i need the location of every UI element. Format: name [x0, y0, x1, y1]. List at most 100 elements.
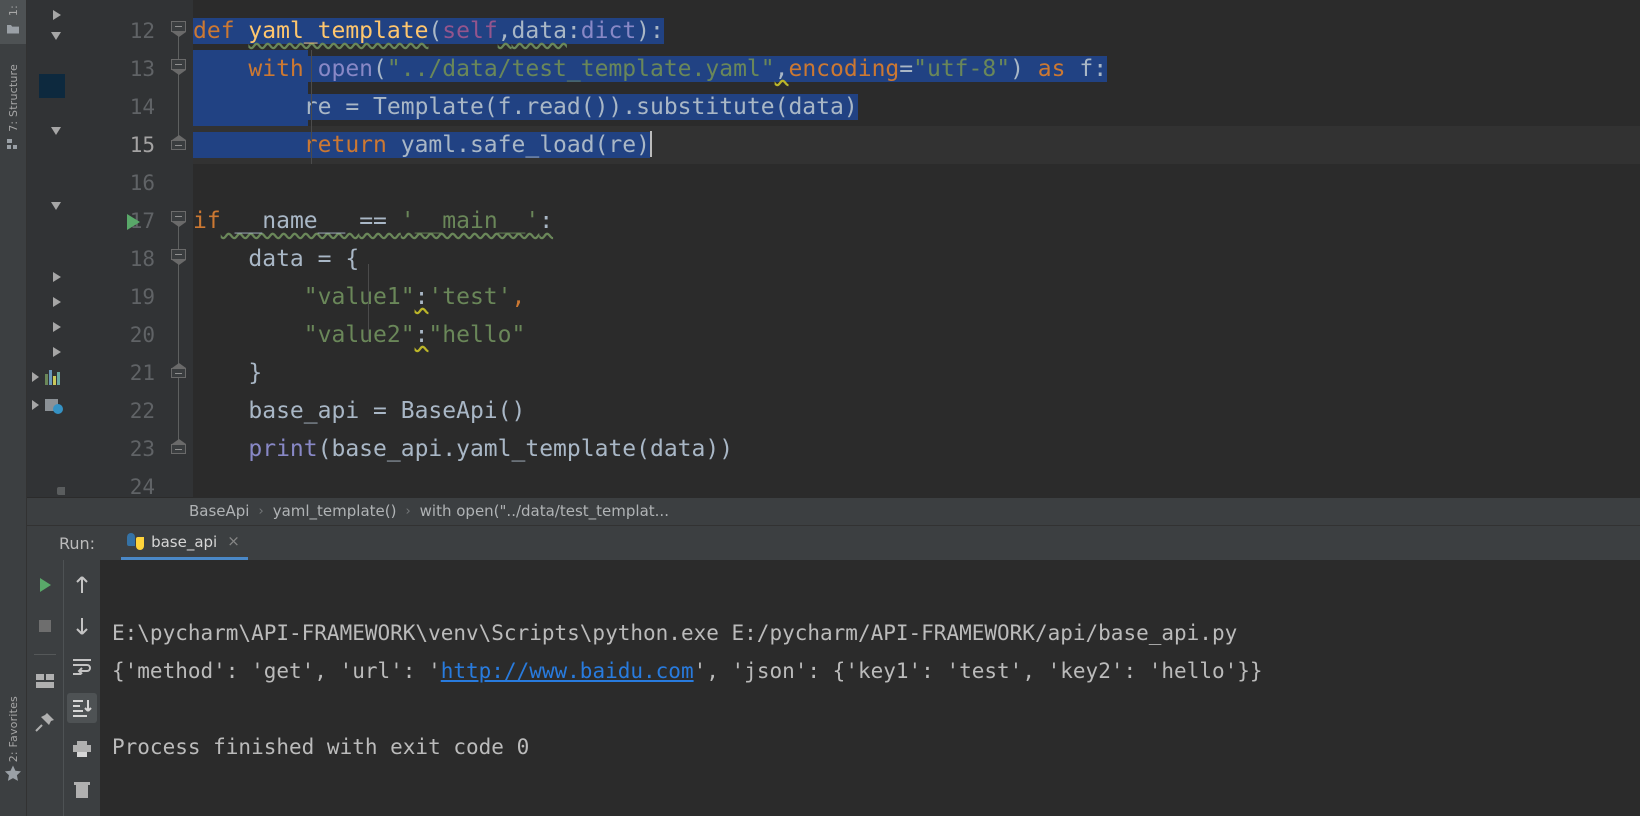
file-var: f: — [1079, 56, 1108, 82]
sidebar-item-favorites[interactable]: 2: Favorites — [0, 666, 26, 816]
project-tab-label: 1: — [6, 5, 20, 17]
builtin-open: open — [317, 56, 374, 82]
code-line-19[interactable]: "value1":'test', — [193, 278, 1640, 316]
close-icon[interactable]: × — [227, 534, 240, 549]
chart-icon[interactable] — [43, 368, 63, 386]
console-output[interactable]: E:\pycharm\API-FRAMEWORK\venv\Scripts\py… — [100, 560, 1640, 816]
star-icon — [4, 765, 22, 786]
code-editor[interactable]: 12 13 14 15 16 17 18 19 20 21 22 23 24 2… — [27, 0, 1640, 497]
line-number: 16 — [129, 171, 155, 195]
expand-marker-2[interactable] — [32, 372, 39, 382]
fold-marker-line21[interactable] — [171, 363, 186, 378]
code-line-13[interactable]: with open("../data/test_template.yaml",e… — [193, 50, 1640, 88]
line-number: 23 — [129, 437, 155, 461]
expand-marker-1[interactable] — [53, 10, 61, 20]
structure-selection-chip — [39, 74, 65, 98]
comma: , — [774, 56, 789, 82]
code-line-21[interactable]: } — [193, 354, 1640, 392]
sidebar-item-project[interactable]: 1: — [0, 0, 26, 44]
keyword-def: def — [193, 18, 235, 44]
console-line-dict-pre: {'method': 'get', 'url': ' — [112, 659, 441, 683]
tool-window-button-2[interactable] — [53, 297, 61, 307]
assign-base-api: base_api = — [248, 398, 401, 424]
print-button[interactable] — [67, 734, 97, 764]
code-line-16[interactable] — [193, 164, 1640, 202]
dict-close: } — [248, 360, 263, 386]
breadcrumb[interactable]: BaseApi › yaml_template() › with open(".… — [27, 496, 1640, 525]
sidebar-item-structure[interactable]: 7: Structure — [0, 44, 26, 174]
code-line-20[interactable]: "value2":"hello" — [193, 316, 1640, 354]
database-icon[interactable] — [43, 396, 63, 414]
line-number: 20 — [129, 323, 155, 347]
fold-marker-line13[interactable] — [171, 59, 186, 75]
code-line-24[interactable] — [193, 468, 1640, 497]
code-folding-column[interactable] — [127, 0, 193, 497]
chevron-right-icon: › — [258, 503, 264, 519]
dict-open: data = { — [248, 246, 360, 272]
colon: : — [414, 284, 429, 310]
fold-marker-line12[interactable] — [171, 21, 186, 37]
keyword-with: with — [248, 56, 304, 82]
clear-all-button[interactable] — [67, 775, 97, 805]
pycharm-window: 1: 7: Structure 2: Favorites 12 13 14 15… — [0, 0, 1640, 816]
collapse-marker-1[interactable] — [51, 32, 61, 40]
line-number: 17 — [129, 209, 155, 233]
keyword-as: as — [1037, 56, 1066, 82]
line-number: 19 — [129, 285, 155, 309]
string-path: "../data/test_template.yaml" — [386, 56, 775, 82]
string-encoding: "utf-8" — [913, 56, 1011, 82]
string-main: '__main__' — [400, 208, 540, 234]
colon: : — [414, 322, 429, 348]
code-line-15[interactable]: return yaml.safe_load(re) — [193, 126, 1640, 164]
dict-key-2: "value2" — [303, 322, 415, 348]
fold-marker-line23[interactable] — [171, 439, 186, 454]
call-expr: (f.read()).substitute(data) — [483, 94, 858, 120]
restore-layout-button[interactable] — [30, 666, 60, 696]
paren: ( — [373, 56, 387, 82]
left-tool-stripe: 1: 7: Structure 2: Favorites — [0, 0, 27, 816]
tool-window-button-4[interactable] — [53, 347, 61, 357]
collapse-marker-2[interactable] — [51, 127, 61, 135]
code-line-23[interactable]: print(base_api.yaml_template(data)) — [193, 430, 1640, 468]
fold-marker-line15[interactable] — [171, 135, 186, 150]
scroll-to-end-button[interactable] — [67, 693, 97, 723]
editor-marker-column — [27, 0, 105, 497]
code-line-12[interactable]: def yaml_template(self,data:dict): — [193, 12, 1640, 50]
next-occurrence-button[interactable] — [67, 611, 97, 641]
soft-wrap-button[interactable] — [67, 652, 97, 682]
folder-icon — [6, 20, 20, 39]
assign-re: re = — [303, 94, 374, 120]
run-gutter-icon[interactable] — [127, 214, 140, 230]
line-number: 22 — [129, 399, 155, 423]
rerun-button[interactable] — [30, 570, 60, 600]
run-tab-base-api[interactable]: base_api × — [121, 526, 248, 560]
code-text-area[interactable]: def yaml_template(self,data:dict): with … — [193, 0, 1640, 497]
breadcrumb-item-class[interactable]: BaseApi — [189, 502, 249, 520]
line-number: 18 — [129, 247, 155, 271]
code-line-18[interactable]: data = { — [193, 240, 1640, 278]
prev-occurrence-button[interactable] — [67, 570, 97, 600]
code-line-14[interactable]: re = Template(f.read()).substitute(data) — [193, 88, 1640, 126]
code-line-22[interactable]: base_api = BaseApi() — [193, 392, 1640, 430]
collapse-marker-3[interactable] — [51, 202, 61, 210]
fold-marker-line17[interactable] — [171, 211, 186, 227]
keyword-if: if — [193, 208, 221, 234]
text-caret — [649, 131, 652, 157]
console-line-exit: Process finished with exit code 0 — [112, 735, 530, 759]
pin-tab-button[interactable] — [30, 707, 60, 737]
console-url-link[interactable]: http://www.baidu.com — [441, 659, 694, 683]
expand-marker-3[interactable] — [32, 400, 39, 410]
tool-window-button-1[interactable] — [53, 272, 61, 282]
fold-marker-line18[interactable] — [171, 249, 186, 265]
breadcrumb-item-statement[interactable]: with open("../data/test_templat... — [420, 502, 669, 520]
dict-value-1: 'test' — [428, 284, 512, 310]
breadcrumb-item-method[interactable]: yaml_template() — [273, 502, 397, 520]
indent-guide — [311, 50, 312, 164]
comma: , — [497, 18, 512, 44]
stop-button[interactable] — [30, 611, 60, 641]
run-left-toolbar — [27, 560, 63, 816]
return-expr: yaml.safe_load(re) — [386, 132, 650, 158]
console-line-command: E:\pycharm\API-FRAMEWORK\venv\Scripts\py… — [112, 621, 1238, 645]
code-line-17[interactable]: if __name__ == '__main__': — [193, 202, 1640, 240]
tool-window-button-3[interactable] — [53, 322, 61, 332]
